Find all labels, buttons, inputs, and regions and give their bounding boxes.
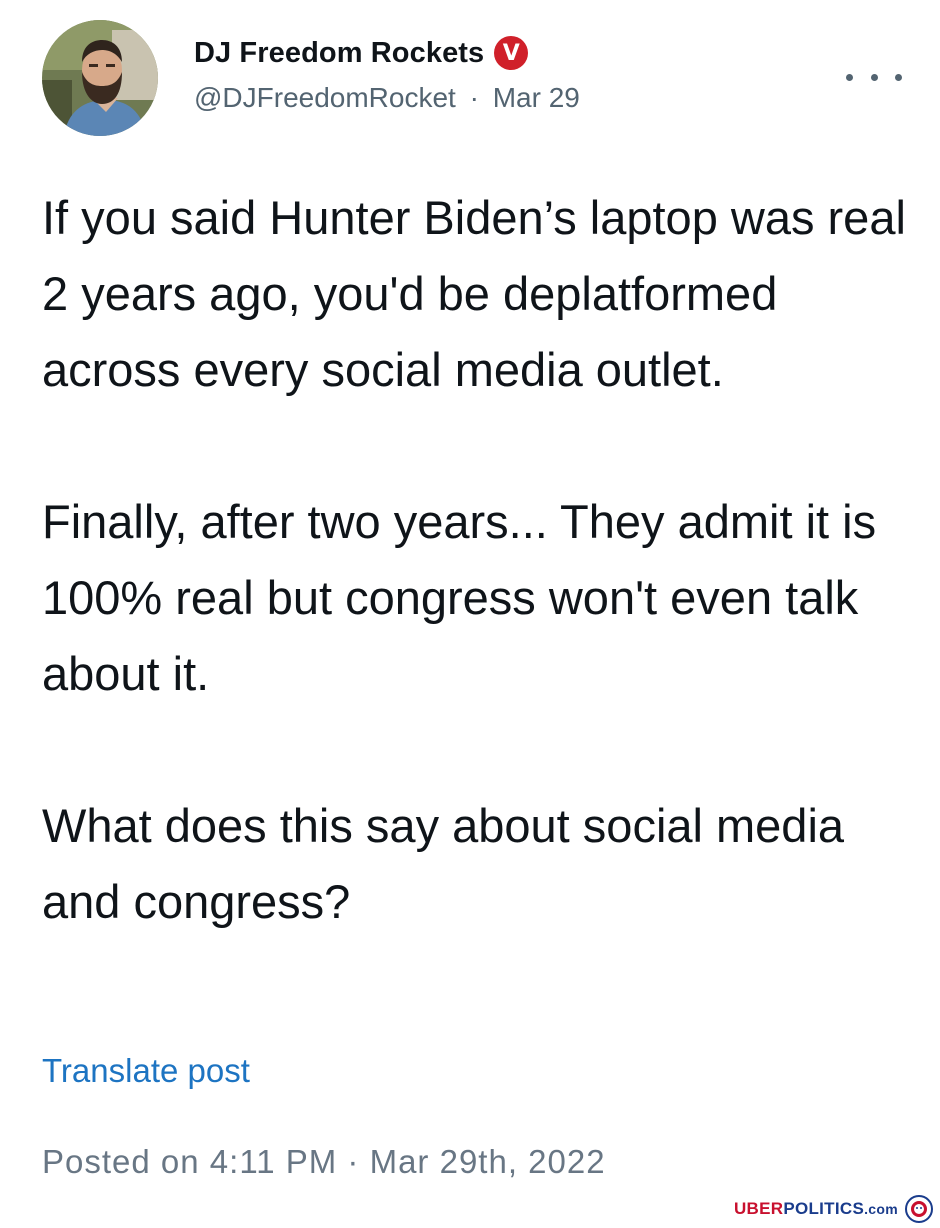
post-paragraph: If you said Hunter Biden’s laptop was re…: [42, 191, 906, 396]
post-paragraph: What does this say about social media an…: [42, 799, 845, 928]
lion-emblem-icon: [905, 1195, 933, 1223]
meta-separator: ·: [469, 82, 479, 113]
author-meta: @DJFreedomRocket · Mar 29: [194, 82, 580, 114]
author-display-name[interactable]: DJ Freedom Rockets: [194, 37, 484, 70]
more-options-button[interactable]: [846, 60, 902, 94]
posted-date: Mar 29th, 2022: [369, 1143, 606, 1180]
author-handle[interactable]: @DJFreedomRocket: [194, 82, 456, 114]
avatar-photo: [42, 20, 158, 136]
posted-timestamp: Posted on 4:11 PM · Mar 29th, 2022: [42, 1143, 606, 1181]
watermark-com: .com: [864, 1201, 898, 1217]
more-horizontal-icon: [846, 73, 853, 81]
watermark-politics: POLITICS: [783, 1199, 865, 1218]
post-paragraph: Finally, after two years... They admit i…: [42, 495, 877, 700]
site-watermark: UBERPOLITICS.com: [734, 1194, 934, 1224]
posted-prefix: Posted on: [42, 1143, 200, 1180]
translate-post-link[interactable]: Translate post: [42, 1052, 250, 1090]
author-name-row: DJ Freedom Rockets V: [194, 36, 529, 70]
posted-time: 4:11 PM: [209, 1143, 338, 1180]
watermark-text: UBERPOLITICS.com: [734, 1199, 898, 1219]
post-text: If you said Hunter Biden’s laptop was re…: [42, 180, 912, 940]
posted-separator: ·: [347, 1143, 360, 1180]
post-date[interactable]: Mar 29: [493, 82, 580, 114]
avatar[interactable]: [42, 20, 158, 136]
watermark-uber: UBER: [733, 1199, 784, 1218]
verified-badge-icon: V: [494, 36, 529, 70]
more-horizontal-icon: [895, 73, 902, 81]
more-horizontal-icon: [870, 73, 878, 81]
